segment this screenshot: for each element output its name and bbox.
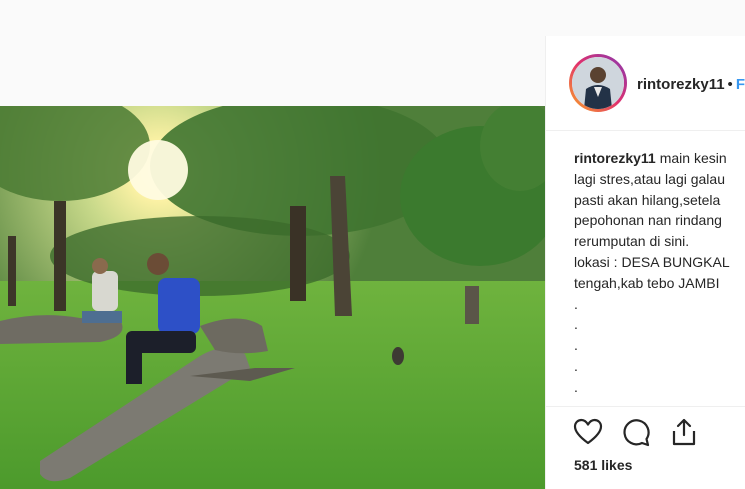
caption-line: pasti akan hilang,setela (574, 191, 721, 208)
follow-button[interactable]: F (736, 76, 745, 93)
username-link[interactable]: rintorezky11 (637, 76, 725, 93)
caption-line: rintorezky11 main kesin (574, 148, 745, 169)
post-actions (546, 406, 745, 447)
caption-line: lagi stres,atau lagi galau (574, 170, 725, 187)
avatar[interactable] (572, 57, 624, 109)
caption-line: lokasi : DESA BUNGKAL (574, 253, 730, 270)
caption-line: pepohonan nan rindang (574, 212, 722, 229)
caption-username-link[interactable]: rintorezky11 (574, 150, 656, 166)
likes-count[interactable]: 581 likes (574, 457, 632, 473)
comment-icon (623, 419, 650, 447)
post-photo[interactable] (0, 106, 545, 489)
caption-line: . (574, 337, 578, 354)
post-sidebar: rintorezky11 • F rintorezky11 main kesin la… (545, 36, 745, 489)
share-button[interactable] (669, 417, 699, 447)
post-author: rintorezky11 • F (637, 76, 745, 93)
park-photo-illustration (0, 106, 545, 489)
caption-text: main kesin (659, 150, 727, 166)
caption-line: tengah,kab tebo JAMBI (574, 274, 720, 291)
post-caption: rintorezky11 main kesin lagi stres,atau l… (574, 148, 745, 398)
like-button[interactable] (573, 417, 603, 447)
header-separator: • (727, 76, 733, 93)
post-media-pane (0, 36, 545, 489)
top-navigation-bar (0, 0, 745, 36)
caption-line: . (574, 295, 578, 312)
caption-line: . (574, 357, 578, 374)
avatar-image (572, 57, 624, 109)
post-header: rintorezky11 • F (546, 36, 745, 131)
caption-line: rerumputan di sini. (574, 233, 690, 250)
caption-line: . (574, 316, 578, 333)
avatar-story-ring[interactable] (569, 54, 627, 112)
heart-icon (573, 418, 603, 445)
comment-button[interactable] (621, 417, 651, 447)
caption-line: . (574, 378, 578, 395)
share-icon (672, 418, 696, 446)
